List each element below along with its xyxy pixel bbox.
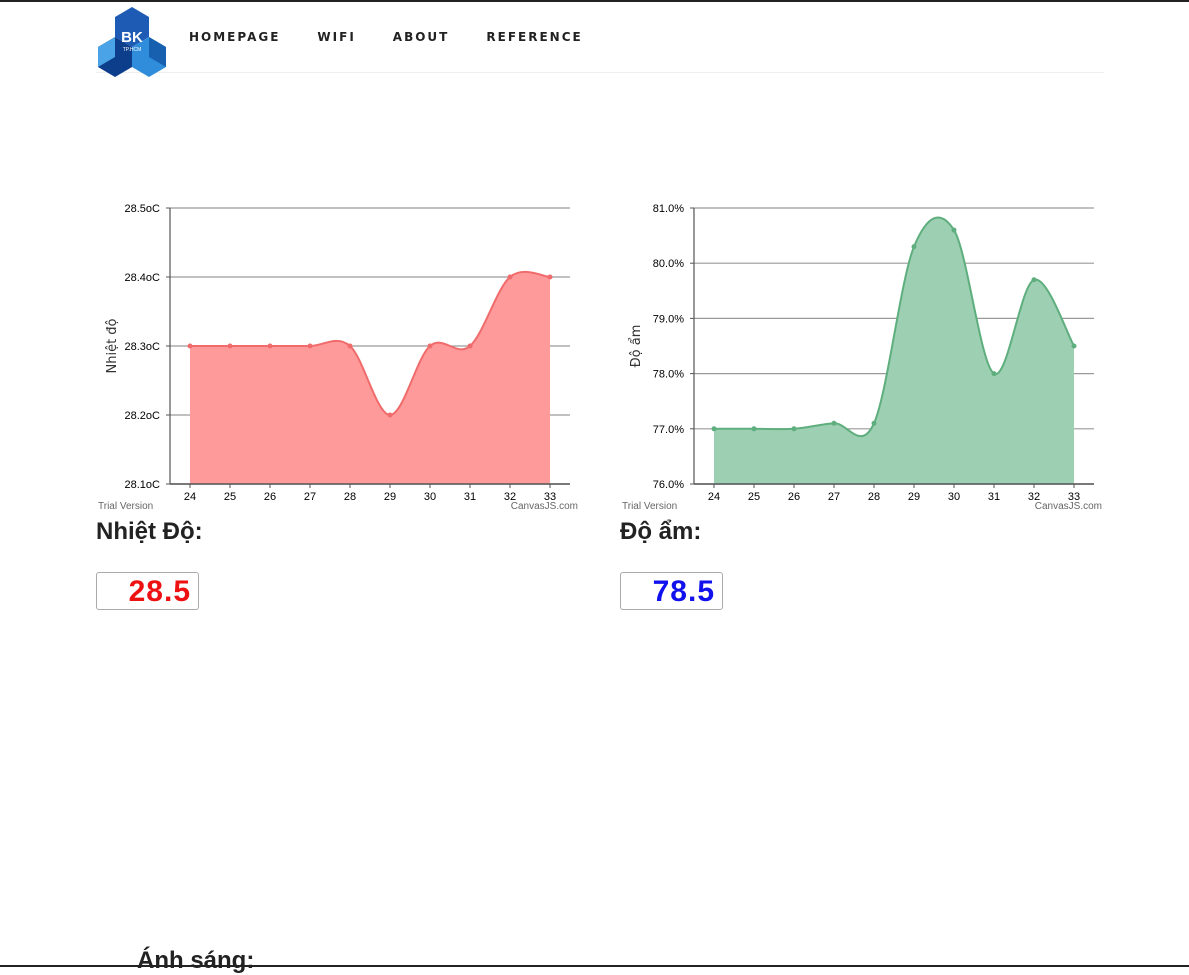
humidity-xtick-label: 30 [948, 491, 960, 503]
temperature-chart-svg: 28.1oC 28.2oC 28.3oC 28.4oC 28.5oC 24 25 26 27 28… [98, 203, 578, 512]
temperature-data-point[interactable] [227, 343, 233, 349]
humidity-chart: 76.0% 77.0% 78.0% 79.0% 80.0% 81.0% 24 25 26 27 28… [620, 192, 1110, 514]
temperature-xtick-label: 31 [464, 491, 476, 503]
temperature-xtick-label: 25 [224, 491, 236, 503]
temperature-data-point[interactable] [467, 343, 473, 349]
temperature-axis-title: Nhiệt độ [105, 318, 120, 373]
humidity-xtick-label: 25 [748, 491, 760, 503]
temperature-data-point[interactable] [427, 343, 433, 349]
humidity-ytick-label: 77.0% [653, 424, 684, 436]
humidity-data-point[interactable] [951, 227, 957, 233]
temperature-ytick-label: 28.5oC [125, 203, 161, 215]
humidity-value: 78.5 [620, 572, 723, 610]
humidity-data-point[interactable] [831, 420, 837, 426]
humidity-xtick-label: 27 [828, 491, 840, 503]
humidity-data-point[interactable] [871, 420, 877, 426]
humidity-data-point[interactable] [911, 244, 917, 250]
humidity-xtick-label: 29 [908, 491, 920, 503]
temperature-ytick-label: 28.1oC [125, 479, 161, 491]
humidity-axis-title: Độ ẩm [629, 325, 644, 368]
temperature-data-point[interactable] [547, 274, 553, 280]
temperature-label: Nhiệt Độ: [96, 518, 203, 545]
humidity-data-point[interactable] [751, 426, 757, 432]
temperature-ytick-label: 28.3oC [125, 341, 161, 353]
humidity-xtick-label: 28 [868, 491, 880, 503]
temperature-xtick-label: 29 [384, 491, 396, 503]
temperature-data-point[interactable] [187, 343, 193, 349]
bk-logo[interactable]: BK TP.HCM [96, 5, 168, 77]
humidity-xtick-label: 24 [708, 491, 720, 503]
temperature-xtick-label: 24 [184, 491, 196, 503]
logo-subtext: TP.HCM [123, 47, 142, 53]
humidity-credit-trial: Trial Version [622, 501, 677, 512]
humidity-chart-svg: 76.0% 77.0% 78.0% 79.0% 80.0% 81.0% 24 25 26 27 28… [622, 203, 1102, 512]
humidity-area [714, 217, 1074, 484]
temperature-credit-trial: Trial Version [98, 501, 153, 512]
humidity-ytick-label: 78.0% [653, 369, 684, 381]
temperature-data-point[interactable] [347, 343, 353, 349]
temperature-chart: 28.1oC 28.2oC 28.3oC 28.4oC 28.5oC 24 25 26 27 28… [96, 192, 586, 514]
humidity-ytick-label: 81.0% [653, 203, 684, 215]
temperature-data-point[interactable] [267, 343, 273, 349]
humidity-data-point[interactable] [1031, 277, 1037, 283]
nav-reference[interactable]: REFERENCE [486, 30, 582, 44]
temperature-data-point[interactable] [307, 343, 313, 349]
humidity-ytick-label: 80.0% [653, 258, 684, 270]
nav-homepage[interactable]: HOMEPAGE [189, 30, 280, 44]
nav-about[interactable]: ABOUT [393, 30, 450, 44]
temperature-data-point[interactable] [387, 412, 393, 418]
light-heading: Ánh sáng: [137, 947, 255, 974]
temperature-credit-canvasjs[interactable]: CanvasJS.com [511, 501, 578, 512]
bk-logo-icon: BK TP.HCM [98, 7, 166, 77]
logo-text: BK [121, 29, 143, 46]
humidity-credit-canvasjs[interactable]: CanvasJS.com [1035, 501, 1102, 512]
humidity-data-point[interactable] [991, 371, 997, 377]
temperature-area [190, 271, 550, 484]
temperature-ytick-label: 28.4oC [125, 272, 161, 284]
humidity-data-point[interactable] [791, 426, 797, 432]
main-menu: HOMEPAGE WIFI ABOUT REFERENCE [189, 30, 620, 44]
humidity-data-point[interactable] [711, 426, 717, 432]
humidity-ytick-label: 76.0% [653, 479, 684, 491]
temperature-data-point[interactable] [507, 274, 513, 280]
temperature-value: 28.5 [96, 572, 199, 610]
temperature-xtick-label: 26 [264, 491, 276, 503]
humidity-ytick-label: 79.0% [653, 313, 684, 325]
temperature-ytick-label: 28.2oC [125, 410, 161, 422]
temperature-xtick-label: 30 [424, 491, 436, 503]
temperature-xtick-label: 27 [304, 491, 316, 503]
humidity-label: Độ ẩm: [620, 518, 702, 545]
nav-wifi[interactable]: WIFI [317, 30, 355, 44]
navbar: BK TP.HCM HOMEPAGE WIFI ABOUT REFERENCE [96, 2, 1104, 77]
humidity-data-point[interactable] [1071, 343, 1077, 349]
temperature-xtick-label: 28 [344, 491, 356, 503]
humidity-xtick-label: 31 [988, 491, 1000, 503]
humidity-xtick-label: 26 [788, 491, 800, 503]
